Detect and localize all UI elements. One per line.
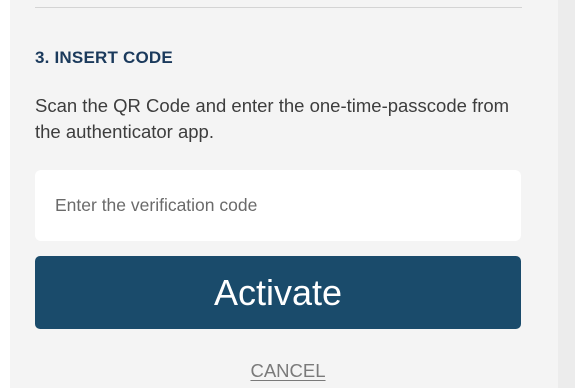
verification-code-input[interactable]: [35, 170, 521, 241]
step-title: 3. INSERT CODE: [35, 48, 173, 67]
section-divider: [35, 7, 522, 8]
cancel-link[interactable]: CANCEL: [0, 360, 575, 382]
step-instructions: Scan the QR Code and enter the one-time-…: [35, 95, 510, 142]
left-edge-strip: [0, 0, 10, 388]
activate-button[interactable]: Activate: [35, 256, 521, 329]
